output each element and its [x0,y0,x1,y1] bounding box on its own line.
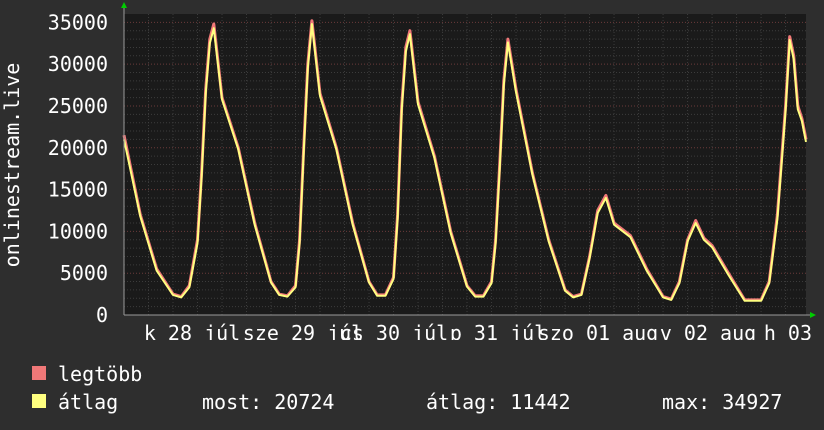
y-tick-label: 15000 [48,178,108,202]
stat-max: max: 34927 [662,390,783,414]
x-tick-label: v 02 aug [660,321,756,340]
y-tick-label: 35000 [48,10,108,34]
y-tick-label: 0 [96,303,108,327]
y-axis-label: onlinestream.live [0,63,24,268]
x-tick-label: cs 30 júl [340,321,448,340]
legend-label-max: legtöbb [58,362,143,386]
y-axis-arrow [121,2,127,8]
legend-swatch-max [32,366,46,380]
x-tick-label: p 31 júl [450,321,546,340]
x-tick-label: szo 01 aug [538,321,658,340]
y-tick-label: 25000 [48,94,108,118]
x-axis-arrow [810,312,816,318]
y-tick-label: 5000 [60,261,108,285]
y-tick-label: 20000 [48,136,108,160]
y-axis-ticks: 0 5000 10000 15000 20000 25000 30000 35000 [48,10,108,327]
legend-label-avg: átlag [58,390,119,414]
y-tick-label: 30000 [48,52,108,76]
stat-current: most: 20724 [202,390,335,414]
line-chart: 0 5000 10000 15000 20000 25000 30000 35000 k 28… [0,2,824,340]
stat-average: átlag: 11442 [426,390,571,414]
legend-swatch-avg [32,394,46,408]
x-tick-label: h 03 aug [764,321,824,340]
x-tick-label: k 28 júl [144,321,240,340]
x-axis-ticks: k 28 júl sze 29 júlcs 30 júl p 31 júlszo 0… [144,321,824,340]
y-tick-label: 10000 [48,219,108,243]
